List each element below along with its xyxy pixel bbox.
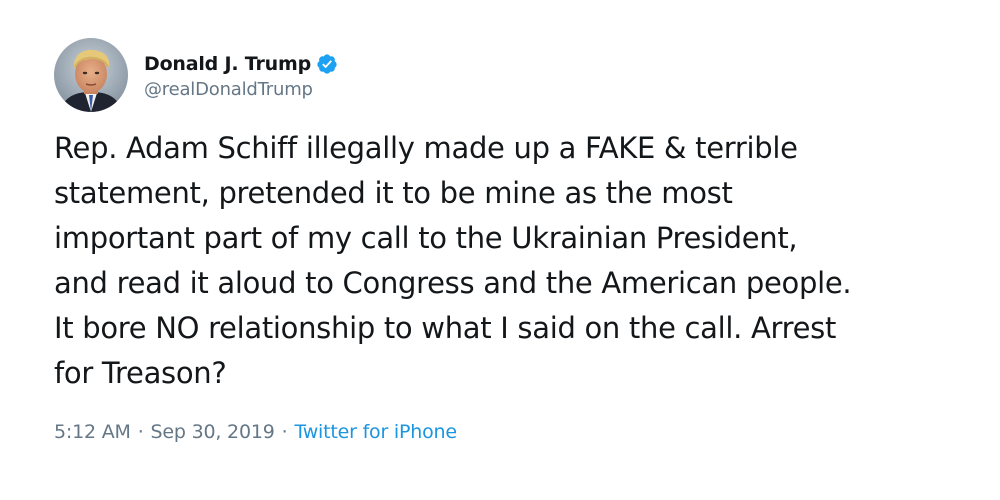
tweet-header: Donald J. Trump @realDonaldTrump xyxy=(54,38,338,112)
avatar[interactable] xyxy=(54,38,128,112)
tweet-text-line: It bore NO relationship to what I said o… xyxy=(54,311,837,345)
avatar-portrait-icon xyxy=(54,38,128,112)
tweet-source-link[interactable]: Twitter for iPhone xyxy=(294,421,457,443)
tweet-text-line: important part of my call to the Ukraini… xyxy=(54,221,798,255)
name-row: Donald J. Trump xyxy=(144,51,338,77)
tweet-meta: 5:12 AM · Sep 30, 2019 · Twitter for iPh… xyxy=(54,421,457,443)
author-display-name[interactable]: Donald J. Trump xyxy=(144,53,311,75)
user-block: Donald J. Trump @realDonaldTrump xyxy=(144,51,338,100)
tweet-card: Donald J. Trump @realDonaldTrump Rep. Ad… xyxy=(0,0,1000,500)
author-handle[interactable]: @realDonaldTrump xyxy=(144,79,338,100)
tweet-text-line: for Treason? xyxy=(54,356,227,390)
tweet-time[interactable]: 5:12 AM xyxy=(54,421,131,443)
tweet-date[interactable]: Sep 30, 2019 xyxy=(151,421,275,443)
meta-separator: · xyxy=(281,421,288,443)
tweet-text: Rep. Adam Schiff illegally made up a FAK… xyxy=(54,126,954,396)
tweet-text-line: and read it aloud to Congress and the Am… xyxy=(54,266,852,300)
tweet-text-line: statement, pretended it to be mine as th… xyxy=(54,176,733,210)
meta-separator: · xyxy=(137,421,144,443)
verified-badge-icon xyxy=(316,53,338,75)
tweet-text-line: Rep. Adam Schiff illegally made up a FAK… xyxy=(54,131,798,165)
